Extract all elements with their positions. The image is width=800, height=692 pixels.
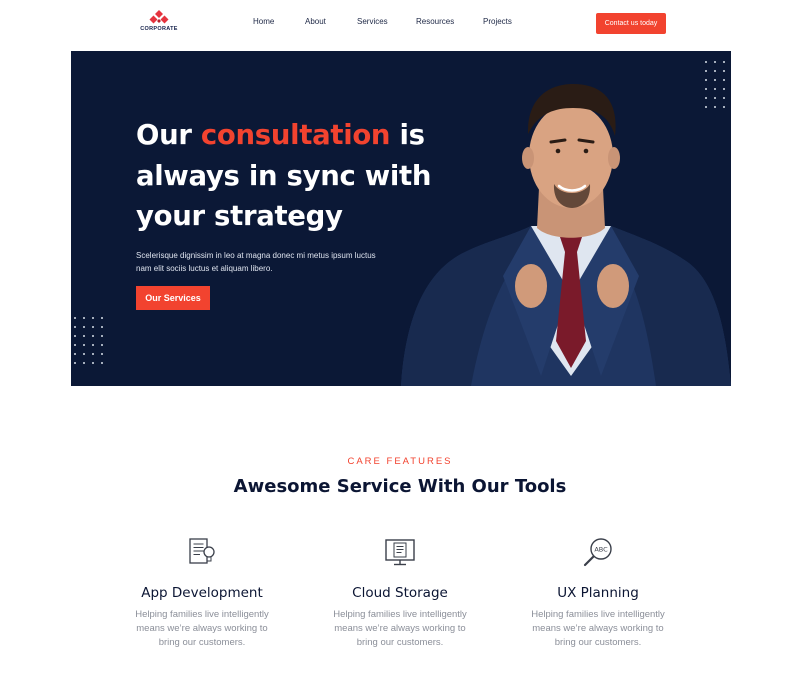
dot-pattern-bottom <box>74 317 107 368</box>
feature-card-app-development: App Development Helping families live in… <box>122 535 282 650</box>
hero-person-image <box>401 84 731 386</box>
section-eyebrow: CARE FEATURES <box>347 456 453 467</box>
feature-title: App Development <box>141 585 263 601</box>
our-services-button[interactable]: Our Services <box>136 286 210 310</box>
nav-resources[interactable]: Resources <box>416 17 454 26</box>
feature-description: Helping families live intelligently mean… <box>135 609 269 648</box>
section-title: Awesome Service With Our Tools <box>233 476 567 497</box>
feature-card-cloud-storage: Cloud Storage Helping families live inte… <box>320 535 480 650</box>
nav-about[interactable]: About <box>305 17 326 26</box>
svg-text:ABC: ABC <box>594 546 608 554</box>
document-bulb-icon <box>189 538 215 564</box>
site-header: CORPORATE Home About Services Resources … <box>0 0 800 51</box>
magnifier-abc-icon: ABC <box>583 538 612 567</box>
feature-description: Helping families live intelligently mean… <box>333 609 467 648</box>
nav-home[interactable]: Home <box>253 17 274 26</box>
monitor-document-icon <box>385 539 415 566</box>
feature-card-ux-planning: ABC UX Planning Helping families live in… <box>518 535 678 650</box>
hero-title-prefix: Our <box>136 119 192 151</box>
hero-subtitle: Scelerisque dignissim in leo at magna do… <box>136 251 376 273</box>
main-menu: Home About Services Resources Projects <box>0 17 800 29</box>
feature-description: Helping families live intelligently mean… <box>531 609 665 648</box>
nav-services[interactable]: Services <box>357 17 388 26</box>
nav-projects[interactable]: Projects <box>483 17 512 26</box>
feature-title: Cloud Storage <box>352 585 448 601</box>
contact-button[interactable]: Contact us today <box>596 13 666 34</box>
hero-title-accent: consultation <box>200 119 391 151</box>
hero-section: Our consultation is always in sync with … <box>71 51 731 386</box>
feature-title: UX Planning <box>557 585 639 601</box>
